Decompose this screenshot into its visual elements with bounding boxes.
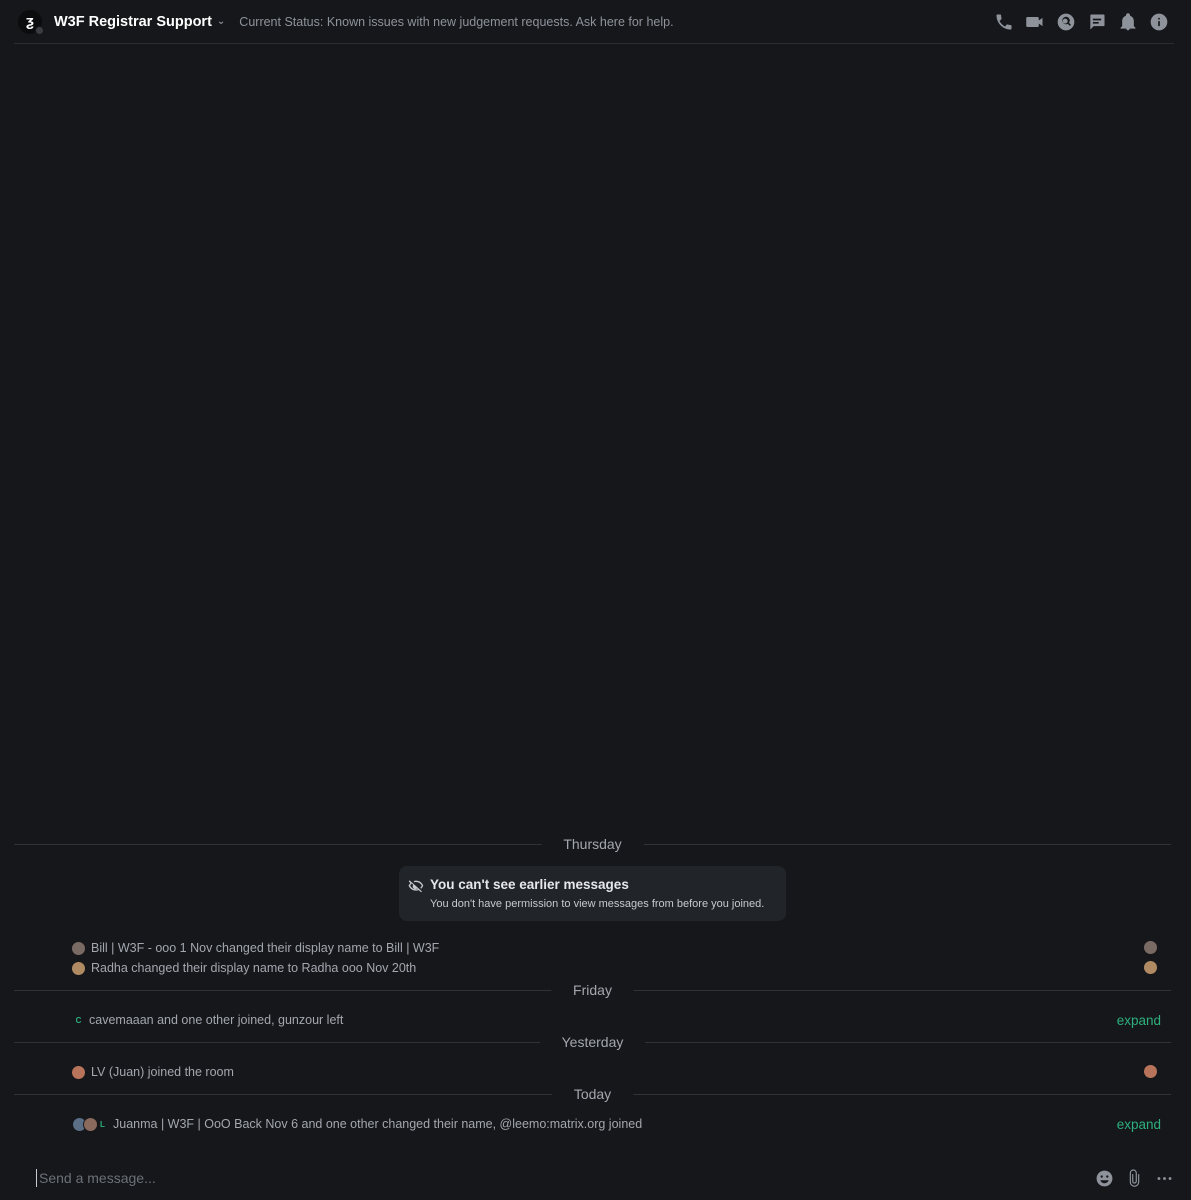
avatar: L <box>100 1119 105 1129</box>
room-header: ƺ W3F Registrar Support ⌄ Current Status… <box>14 0 1174 44</box>
video-icon[interactable] <box>1024 11 1046 33</box>
avatar-stack[interactable]: L <box>72 1116 109 1132</box>
event-text: Bill | W3F - ooo 1 Nov changed their dis… <box>91 941 440 955</box>
date-separator-label: Friday <box>551 980 634 1000</box>
timeline-event: Bill | W3F - ooo 1 Nov changed their dis… <box>72 938 1171 958</box>
read-receipt-avatar[interactable] <box>1144 961 1157 974</box>
avatar[interactable] <box>72 1065 85 1079</box>
header-actions <box>993 11 1170 33</box>
timeline-event-group: C cavemaaan and one other joined, gunzou… <box>72 1010 1171 1030</box>
expand-button[interactable]: expand <box>1117 1117 1161 1132</box>
date-separator-label: Thursday <box>541 834 644 854</box>
room-topic[interactable]: Current Status: Known issues with new ju… <box>239 15 673 29</box>
timeline-event: LV (Juan) joined the room <box>72 1062 1171 1082</box>
notice-title: You can't see earlier messages <box>430 877 629 892</box>
history-unavailable-notice: You can't see earlier messages You don't… <box>399 866 786 921</box>
emoji-icon[interactable] <box>1094 1168 1114 1188</box>
room-name: W3F Registrar Support <box>54 13 212 30</box>
read-receipt-avatar[interactable] <box>1144 1065 1157 1078</box>
eye-off-icon <box>408 878 424 894</box>
date-separator: Friday <box>14 980 1171 1000</box>
phone-icon[interactable] <box>993 11 1015 33</box>
read-receipt-avatar[interactable] <box>1144 941 1157 954</box>
more-options-icon[interactable] <box>1154 1168 1174 1188</box>
date-separator: Thursday <box>14 834 1171 854</box>
avatar[interactable]: C <box>72 1014 85 1027</box>
date-separator-label: Today <box>551 1084 634 1104</box>
chevron-down-icon: ⌄ <box>216 16 226 27</box>
room-name-button[interactable]: W3F Registrar Support ⌄ <box>54 14 225 30</box>
avatar[interactable] <box>72 961 85 975</box>
attachment-icon[interactable] <box>1124 1168 1144 1188</box>
event-text: LV (Juan) joined the room <box>91 1065 234 1079</box>
room-logo-icon: ƺ <box>26 13 34 30</box>
room-badge-icon <box>35 25 44 35</box>
timeline-event: Radha changed their display name to Radh… <box>72 958 1171 978</box>
expand-button[interactable]: expand <box>1117 1013 1161 1028</box>
notice-body: You don't have permission to view messag… <box>430 898 765 910</box>
search-icon[interactable] <box>1055 11 1077 33</box>
date-separator-label: Yesterday <box>539 1032 646 1052</box>
event-text: Juanma | W3F | OoO Back Nov 6 and one ot… <box>113 1117 643 1131</box>
message-input[interactable] <box>37 1169 941 1187</box>
info-icon[interactable] <box>1148 11 1170 33</box>
event-text: cavemaaan and one other joined, gunzour … <box>89 1013 344 1027</box>
timeline-event-group: L Juanma | W3F | OoO Back Nov 6 and one … <box>72 1114 1171 1134</box>
date-separator: Today <box>14 1084 1171 1104</box>
message-composer <box>20 1160 1180 1196</box>
composer-actions <box>1094 1168 1174 1188</box>
date-separator: Yesterday <box>14 1032 1171 1052</box>
bell-icon[interactable] <box>1117 11 1139 33</box>
threads-icon[interactable] <box>1086 11 1108 33</box>
avatar[interactable] <box>72 941 85 955</box>
room-avatar[interactable]: ƺ <box>18 9 44 35</box>
event-text: Radha changed their display name to Radh… <box>91 961 417 975</box>
